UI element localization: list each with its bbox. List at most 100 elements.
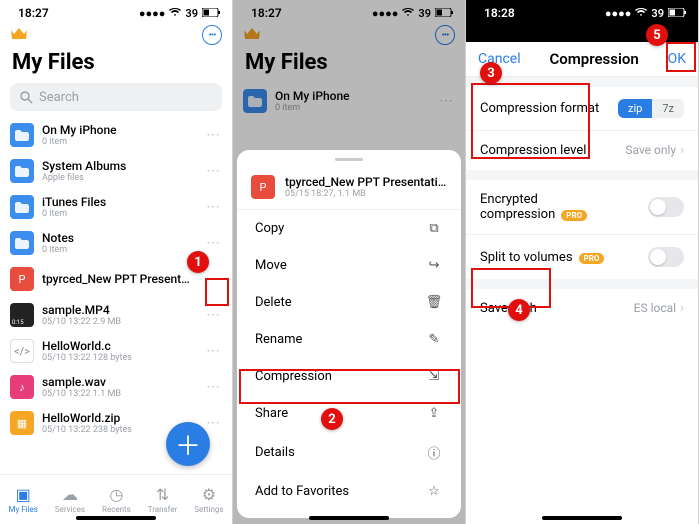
level-value: Save only: [625, 143, 676, 157]
ppt-icon: P: [10, 267, 34, 291]
save-path-value: ES local: [634, 301, 676, 315]
row-encrypted[interactable]: Encrypted compressionPRO: [466, 180, 698, 235]
item-more-button[interactable]: ⋯: [204, 127, 222, 143]
format-option-7z[interactable]: 7z: [652, 99, 684, 118]
crown-icon[interactable]: [10, 26, 28, 45]
sheet-file-name: tpyrced_New PPT Presentation.ppt: [285, 175, 447, 189]
folder-icon: ▣: [16, 485, 31, 504]
top-toolbar: •••: [0, 22, 232, 48]
list-item[interactable]: On My iPhone0 item ⋯: [0, 117, 232, 153]
action-details[interactable]: Detailsⓘ: [237, 432, 461, 473]
nav-settings[interactable]: ⚙Settings: [194, 485, 223, 514]
modal-title: Compression: [549, 50, 638, 68]
file-name: Notes: [42, 231, 196, 245]
search-icon: [20, 91, 33, 104]
info-icon: ⓘ: [425, 443, 443, 462]
audio-icon: ♪: [10, 375, 34, 399]
zip-icon: ▦: [10, 411, 34, 435]
status-time: 18:28: [484, 6, 515, 20]
action-delete[interactable]: Delete🗑: [237, 284, 461, 321]
item-more-button[interactable]: ⋯: [204, 415, 222, 431]
sheet-grabber[interactable]: [335, 158, 363, 161]
format-option-zip[interactable]: zip: [618, 99, 652, 118]
nav-recents[interactable]: ◷Recents: [102, 485, 131, 514]
folder-icon: [10, 159, 34, 183]
file-meta: 0 item: [42, 209, 196, 219]
home-indicator[interactable]: [542, 516, 622, 520]
item-more-button[interactable]: ⋯: [204, 235, 222, 251]
trash-icon: 🗑: [425, 295, 443, 310]
highlight-box-1: [205, 278, 229, 306]
pane-file-list: 18:27 ●●●● 39 ••• My Files Search On My …: [0, 0, 233, 524]
status-right: ●●●● 39: [605, 7, 686, 20]
move-icon: ↪: [425, 258, 443, 273]
list-item[interactable]: ♪sample.wav05/10 13:22 1.1 MB⋯: [0, 369, 232, 405]
list-item[interactable]: sample.MP405/10 13:22 2.9 MB ⋯: [0, 297, 232, 333]
signal-icon: ●●●●: [139, 7, 166, 20]
file-name: HelloWorld.c: [42, 339, 196, 353]
share-icon: ⇪: [425, 406, 443, 421]
list-item[interactable]: iTunes Files0 item ⋯: [0, 189, 232, 225]
action-move[interactable]: Move↪: [237, 247, 461, 284]
chevron-right-icon: ›: [680, 143, 684, 158]
format-segmented-control[interactable]: zip 7z: [618, 99, 684, 118]
nav-transfer[interactable]: ⇅Transfer: [148, 485, 178, 514]
file-meta: 0 item: [42, 245, 196, 255]
chevron-right-icon: ›: [680, 301, 684, 316]
item-more-button[interactable]: ⋯: [204, 163, 222, 179]
action-copy[interactable]: Copy⧉: [237, 210, 461, 247]
callout-2: 2: [321, 408, 343, 430]
pane-action-sheet: 18:27 ●●●● 39 ••• My Files On My iPhone0…: [233, 0, 466, 524]
item-more-button[interactable]: ⋯: [204, 199, 222, 215]
battery-level: 39: [651, 7, 664, 20]
action-favorites[interactable]: Add to Favorites☆: [237, 473, 461, 510]
section-gap: [466, 170, 698, 180]
search-placeholder: Search: [39, 90, 79, 105]
toggle-encrypted[interactable]: [648, 197, 684, 217]
star-icon: ☆: [425, 484, 443, 499]
nav-services[interactable]: ☁Services: [55, 485, 85, 514]
cloud-icon: ☁: [62, 485, 78, 504]
file-name: tpyrced_New PPT Presentation.ppt: [42, 272, 196, 286]
action-rename[interactable]: Rename✎: [237, 321, 461, 358]
item-more-button[interactable]: ⋯: [204, 343, 222, 359]
signal-icon: ●●●●: [605, 7, 632, 20]
file-name: HelloWorld.zip: [42, 411, 196, 425]
page-title: My Files: [0, 48, 232, 83]
sheet-file-meta: 05/15 18:27, 1.1 MB: [285, 189, 447, 199]
edit-icon: ✎: [425, 332, 443, 347]
callout-3: 3: [480, 62, 502, 84]
pro-badge: PRO: [561, 210, 587, 221]
item-more-button[interactable]: ⋯: [204, 307, 222, 323]
callout-4: 4: [508, 299, 530, 321]
pro-badge: PRO: [579, 253, 605, 264]
add-button[interactable]: ＋: [166, 422, 210, 466]
pane-compression-settings: 18:28 ●●●● 39 Cancel Compression OK Comp…: [466, 0, 699, 524]
copy-icon: ⧉: [425, 221, 443, 236]
file-name: sample.MP4: [42, 303, 196, 317]
folder-icon: [10, 231, 34, 255]
highlight-box-3: [471, 83, 590, 159]
list-item[interactable]: System AlbumsApple files⋯: [0, 153, 232, 189]
toggle-split[interactable]: [648, 247, 684, 267]
highlight-box-5: [666, 42, 696, 72]
home-indicator[interactable]: [76, 516, 156, 520]
file-meta: 05/10 13:22 1.1 MB: [42, 389, 196, 399]
wifi-icon: [635, 7, 647, 20]
file-meta: 0 item: [42, 137, 196, 147]
nav-my-files[interactable]: ▣My Files: [8, 485, 37, 514]
ppt-icon: P: [251, 175, 275, 199]
home-indicator[interactable]: [309, 516, 389, 520]
file-meta: 05/10 13:22 128 bytes: [42, 353, 196, 363]
code-icon: </>: [10, 339, 34, 363]
file-meta: 05/10 13:22 2.9 MB: [42, 317, 196, 327]
list-item[interactable]: </> HelloWorld.c05/10 13:22 128 bytes ⋯: [0, 333, 232, 369]
more-menu-button[interactable]: •••: [202, 25, 222, 45]
file-name: On My iPhone: [42, 123, 196, 137]
folder-icon: [10, 195, 34, 219]
file-name: iTunes Files: [42, 195, 196, 209]
battery-icon: [202, 7, 220, 20]
battery-level: 39: [185, 7, 198, 20]
item-more-button[interactable]: ⋯: [204, 379, 222, 395]
search-input[interactable]: Search: [10, 83, 222, 111]
